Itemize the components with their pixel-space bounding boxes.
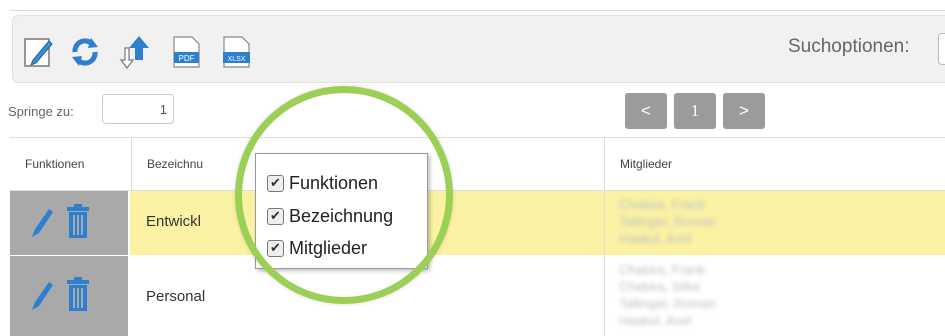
export-icon[interactable] (117, 34, 153, 70)
xlsx-icon[interactable]: XLSX (218, 34, 254, 70)
row-member: Haakul, Axel (619, 313, 692, 328)
header-bezeichnung-label: Bezeichnu (147, 157, 204, 171)
row-bezeichnung: Personal (146, 288, 206, 305)
row-member: Chabira, Frank (619, 262, 705, 277)
pencil-icon[interactable] (28, 278, 54, 312)
xlsx-text: XLSX (228, 56, 246, 63)
column-option-label: Bezeichnung (289, 206, 394, 226)
jump-to-input[interactable] (102, 94, 174, 124)
trash-icon[interactable] (65, 203, 91, 239)
pencil-icon[interactable] (28, 205, 54, 239)
header-mitglieder[interactable]: Mitglieder (604, 137, 945, 191)
row-member: Tallinger, Roman (619, 214, 716, 229)
row-actions (10, 256, 130, 336)
table-row[interactable]: Personal Chabira, Frank Chabira, Silke T… (10, 256, 945, 336)
header-funktionen-label: Funktionen (25, 157, 85, 171)
checkbox-funktionen[interactable]: ✔ (267, 175, 284, 192)
column-chooser-popup: ✔ Funktionen ✔ Bezeichnung ✔ Mitglieder (255, 153, 428, 269)
jump-to-label: Springe zu: (8, 104, 74, 119)
top-divider (10, 0, 945, 11)
search-options-input[interactable] (938, 33, 945, 65)
next-page-button[interactable]: > (723, 93, 765, 129)
column-option-label: Mitglieder (289, 238, 368, 258)
row-bezeichnung: Entwickl (146, 213, 202, 230)
row-member: Haakul, Axel (619, 231, 692, 246)
row-member: Chabira, Silke (619, 279, 700, 294)
column-option-label: Funktionen (289, 173, 379, 193)
refresh-icon[interactable] (67, 34, 103, 70)
pdf-text: PDF (179, 54, 195, 63)
edit-icon[interactable] (21, 34, 57, 70)
current-page-button[interactable]: 1 (674, 93, 716, 129)
header-mitglieder-label: Mitglieder (620, 157, 673, 171)
prev-page-button[interactable]: < (625, 93, 667, 129)
toolbar: PDF XLSX Suchoptionen: (12, 15, 945, 83)
checkbox-bezeichnung[interactable]: ✔ (267, 208, 284, 225)
header-funktionen[interactable]: Funktionen (10, 137, 130, 191)
checkbox-mitglieder[interactable]: ✔ (267, 240, 284, 257)
pdf-icon[interactable]: PDF (168, 34, 204, 70)
table-row[interactable]: Entwickl Chabira, Frank Tallinger, Roman… (10, 191, 945, 255)
trash-icon[interactable] (65, 276, 91, 312)
search-options-label: Suchoptionen: (788, 36, 910, 57)
row-member: Tallinger, Roman (619, 296, 716, 311)
row-actions (10, 191, 130, 255)
row-member: Chabira, Frank (619, 197, 705, 212)
